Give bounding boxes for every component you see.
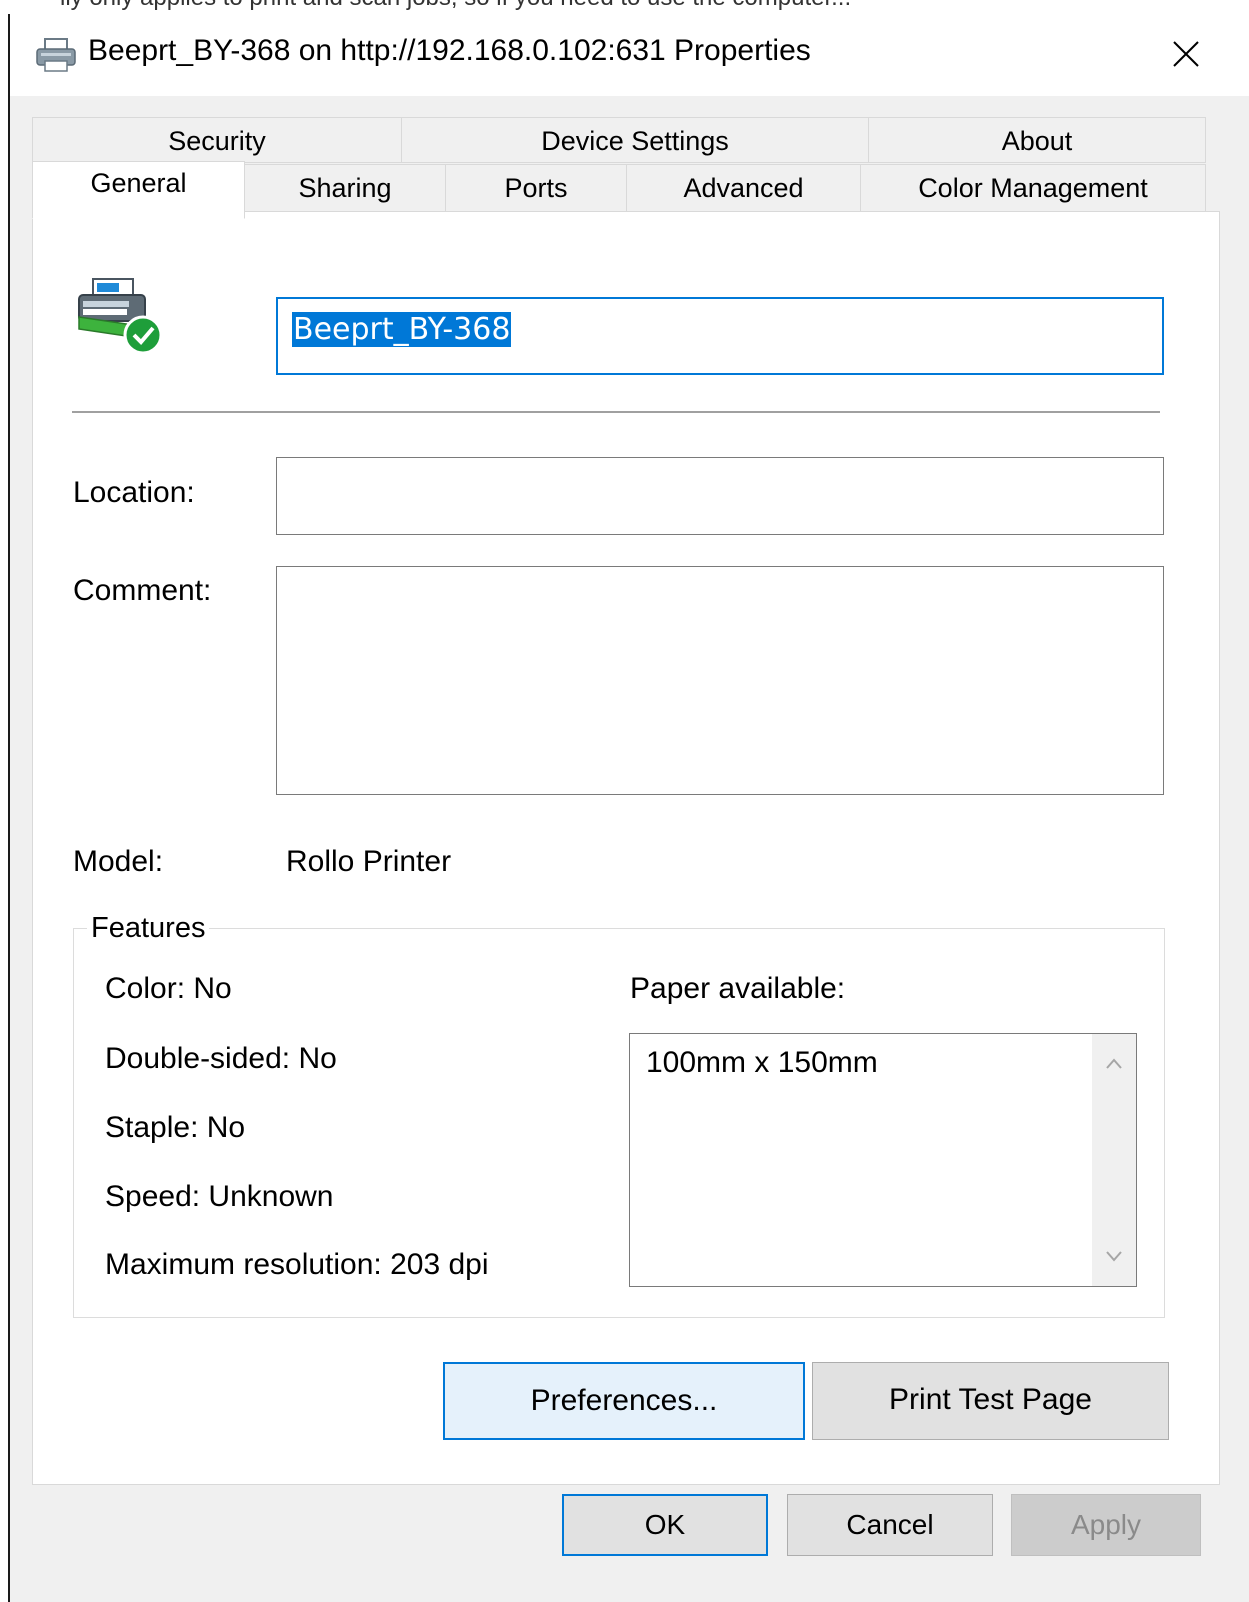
model-value: Rollo Printer <box>286 845 452 878</box>
close-button[interactable] <box>1160 30 1210 80</box>
printer-properties-dialog: Beeprt_BY-368 on http://192.168.0.102:63… <box>8 14 1249 1602</box>
cancel-button[interactable]: Cancel <box>787 1494 993 1556</box>
tab-sharing[interactable]: Sharing <box>244 164 446 212</box>
list-item[interactable]: 100mm x 150mm <box>646 1046 878 1080</box>
feature-double-sided: Double-sided: No <box>105 1042 337 1075</box>
background-window-strip: ily only applies to print and scan jobs,… <box>0 0 1249 14</box>
background-window-text: ily only applies to print and scan jobs,… <box>60 0 1210 12</box>
comment-field[interactable] <box>276 566 1164 795</box>
title-bar: Beeprt_BY-368 on http://192.168.0.102:63… <box>10 14 1249 96</box>
printer-ready-icon <box>78 278 163 355</box>
tab-device-settings[interactable]: Device Settings <box>401 117 869 163</box>
print-test-page-button[interactable]: Print Test Page <box>812 1362 1169 1440</box>
dialog-title: Beeprt_BY-368 on http://192.168.0.102:63… <box>88 34 811 67</box>
features-title: Features <box>87 912 210 945</box>
preferences-button[interactable]: Preferences... <box>443 1362 805 1440</box>
tab-advanced[interactable]: Advanced <box>626 164 861 212</box>
model-label: Model: <box>73 845 164 878</box>
tab-general[interactable]: General <box>32 161 245 219</box>
vertical-scrollbar[interactable] <box>1092 1034 1136 1286</box>
printer-icon <box>36 38 76 72</box>
tab-ports[interactable]: Ports <box>445 164 627 212</box>
printer-name-selected-text: Beeprt_BY-368 <box>292 312 512 347</box>
general-tab-panel: Beeprt_BY-368 Location: Comment: Model: … <box>32 211 1220 1485</box>
ok-button[interactable]: OK <box>562 1494 768 1556</box>
feature-staple: Staple: No <box>105 1111 246 1144</box>
location-label: Location: <box>73 476 195 509</box>
paper-available-label: Paper available: <box>630 972 846 1005</box>
close-icon <box>1173 41 1199 67</box>
tab-about[interactable]: About <box>868 117 1206 163</box>
comment-label: Comment: <box>73 574 212 607</box>
chevron-up-icon[interactable] <box>1104 1054 1124 1074</box>
feature-color: Color: No <box>105 972 232 1005</box>
divider <box>72 411 1160 413</box>
feature-speed: Speed: Unknown <box>105 1180 334 1213</box>
apply-button[interactable]: Apply <box>1011 1494 1201 1556</box>
paper-available-list[interactable]: 100mm x 150mm <box>629 1033 1137 1287</box>
location-field[interactable] <box>276 457 1164 535</box>
tab-security[interactable]: Security <box>32 117 402 163</box>
tab-color-management[interactable]: Color Management <box>860 164 1206 212</box>
printer-name-input[interactable]: Beeprt_BY-368 <box>276 297 1164 375</box>
chevron-down-icon[interactable] <box>1104 1246 1124 1266</box>
feature-max-resolution: Maximum resolution: 203 dpi <box>105 1248 489 1281</box>
